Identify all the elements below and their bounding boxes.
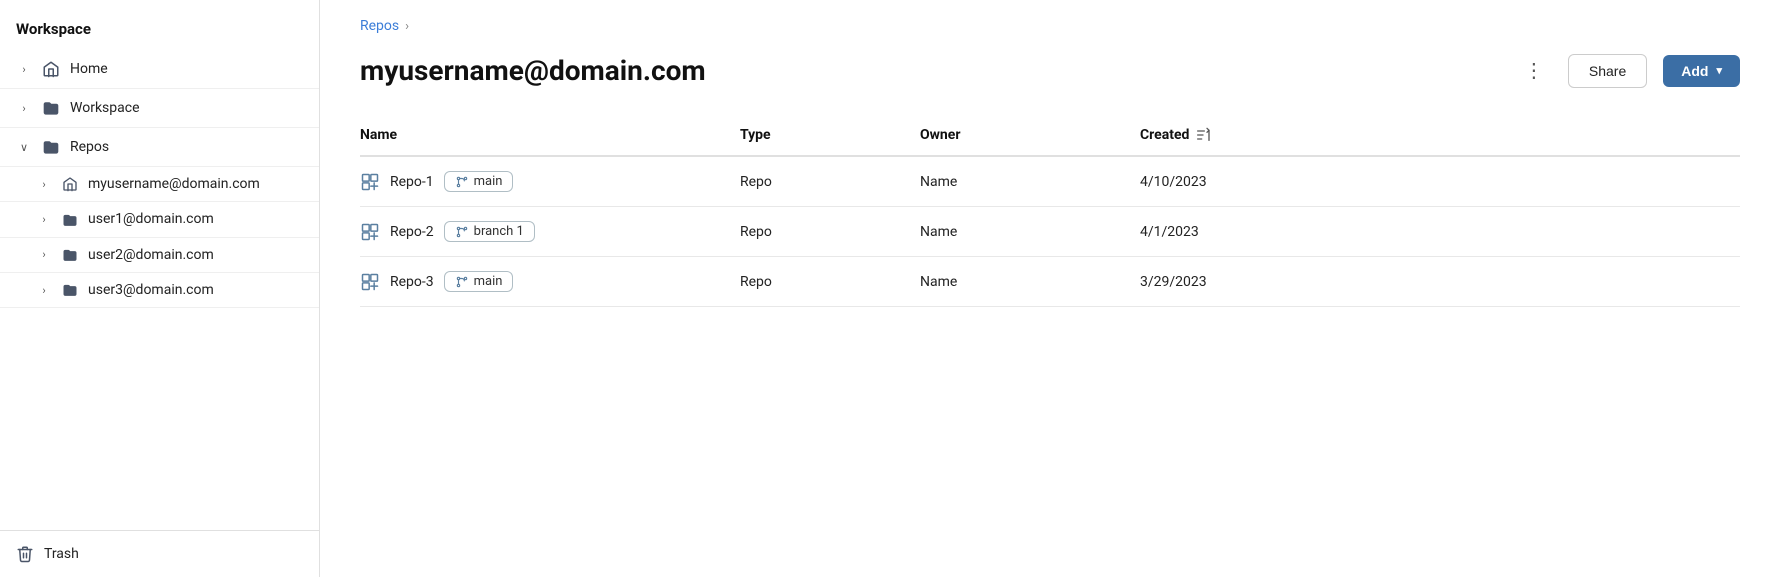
sidebar-item-user2-label: user2@domain.com: [88, 247, 214, 263]
repo-name: Repo-2: [390, 224, 434, 240]
sidebar-item-repos[interactable]: ∨ Repos: [0, 128, 319, 167]
trash-icon: [16, 545, 34, 563]
sidebar-item-user2[interactable]: › user2@domain.com: [0, 238, 319, 273]
add-dropdown-arrow-icon: ▾: [1716, 64, 1722, 77]
col-header-created[interactable]: Created: [1140, 117, 1740, 156]
breadcrumb-separator: ›: [405, 19, 409, 34]
page-header: myusername@domain.com ⋮ Share Add ▾: [360, 52, 1740, 89]
chevron-down-icon: ∨: [16, 141, 32, 154]
table-cell-owner: Name: [920, 156, 1140, 207]
table-row[interactable]: Repo-3 main Repo Name: [360, 257, 1740, 307]
more-menu-button[interactable]: ⋮: [1516, 52, 1552, 89]
main-content: Repos › myusername@domain.com ⋮ Share Ad…: [320, 0, 1780, 577]
table-cell-owner: Name: [920, 207, 1140, 257]
table-cell-created: 3/29/2023: [1140, 257, 1740, 307]
home-icon: [62, 176, 78, 192]
sidebar-item-myusername-label: myusername@domain.com: [88, 176, 260, 192]
chevron-right-icon: ›: [16, 63, 32, 76]
repo-icon: [360, 272, 380, 292]
sidebar-trash-label: Trash: [44, 546, 79, 562]
branch-badge[interactable]: main: [444, 271, 514, 292]
folder-icon: [62, 247, 78, 263]
table-cell-created: 4/1/2023: [1140, 207, 1740, 257]
table-row[interactable]: Repo-1 main Repo Name: [360, 156, 1740, 207]
chevron-right-icon: ›: [36, 284, 52, 297]
sidebar-spacer: [0, 308, 319, 530]
add-button[interactable]: Add ▾: [1663, 55, 1740, 87]
folder-icon: [42, 99, 60, 117]
sidebar-item-repos-label: Repos: [70, 139, 303, 155]
branch-icon: [455, 224, 469, 239]
page-title: myusername@domain.com: [360, 54, 1500, 87]
folder-icon: [62, 282, 78, 298]
sidebar-item-user3[interactable]: › user3@domain.com: [0, 273, 319, 308]
branch-badge[interactable]: branch 1: [444, 221, 535, 242]
chevron-right-icon: ›: [36, 248, 52, 261]
branch-icon: [455, 174, 469, 189]
sidebar-item-user3-label: user3@domain.com: [88, 282, 214, 298]
branch-name: main: [474, 274, 503, 289]
table-body: Repo-1 main Repo Name: [360, 156, 1740, 307]
repo-table: Name Type Owner Created: [360, 117, 1740, 307]
repo-icon: [360, 172, 380, 192]
sidebar-item-home[interactable]: › Home: [0, 50, 319, 89]
table-row[interactable]: Repo-2 branch 1 Repo N: [360, 207, 1740, 257]
sort-icon: [1195, 127, 1211, 143]
table-cell-name: Repo-2 branch 1: [360, 207, 740, 257]
add-button-label: Add: [1681, 63, 1708, 79]
share-button[interactable]: Share: [1568, 54, 1647, 88]
branch-name: main: [474, 174, 503, 189]
breadcrumb-repos-link[interactable]: Repos: [360, 18, 399, 34]
table-cell-created: 4/10/2023: [1140, 156, 1740, 207]
repo-name: Repo-1: [390, 174, 434, 190]
folder-icon: [62, 211, 78, 227]
sidebar-item-home-label: Home: [70, 61, 303, 77]
chevron-right-icon: ›: [16, 102, 32, 115]
sidebar-item-trash[interactable]: Trash: [0, 530, 319, 577]
sidebar-title: Workspace: [0, 12, 319, 50]
repo-icon: [360, 222, 380, 242]
branch-name: branch 1: [474, 224, 524, 239]
col-header-owner: Owner: [920, 117, 1140, 156]
home-icon: [42, 60, 60, 78]
table-header: Name Type Owner Created: [360, 117, 1740, 156]
sidebar-item-workspace[interactable]: › Workspace: [0, 89, 319, 128]
table-cell-type: Repo: [740, 257, 920, 307]
branch-badge[interactable]: main: [444, 171, 514, 192]
sidebar-item-workspace-label: Workspace: [70, 100, 303, 116]
repo-name: Repo-3: [390, 274, 434, 290]
sidebar-item-user1-label: user1@domain.com: [88, 211, 214, 227]
table-cell-name: Repo-3 main: [360, 257, 740, 307]
table-cell-owner: Name: [920, 257, 1140, 307]
branch-icon: [455, 274, 469, 289]
sidebar: Workspace › Home › Workspace ∨ Repos: [0, 0, 320, 577]
col-header-type: Type: [740, 117, 920, 156]
table-cell-type: Repo: [740, 207, 920, 257]
chevron-right-icon: ›: [36, 178, 52, 191]
table-cell-type: Repo: [740, 156, 920, 207]
folder-icon: [42, 138, 60, 156]
table-cell-name: Repo-1 main: [360, 156, 740, 207]
col-header-name: Name: [360, 117, 740, 156]
sidebar-item-myusername[interactable]: › myusername@domain.com: [0, 167, 319, 202]
sidebar-item-user1[interactable]: › user1@domain.com: [0, 202, 319, 237]
breadcrumb: Repos ›: [360, 18, 1740, 34]
chevron-right-icon: ›: [36, 213, 52, 226]
